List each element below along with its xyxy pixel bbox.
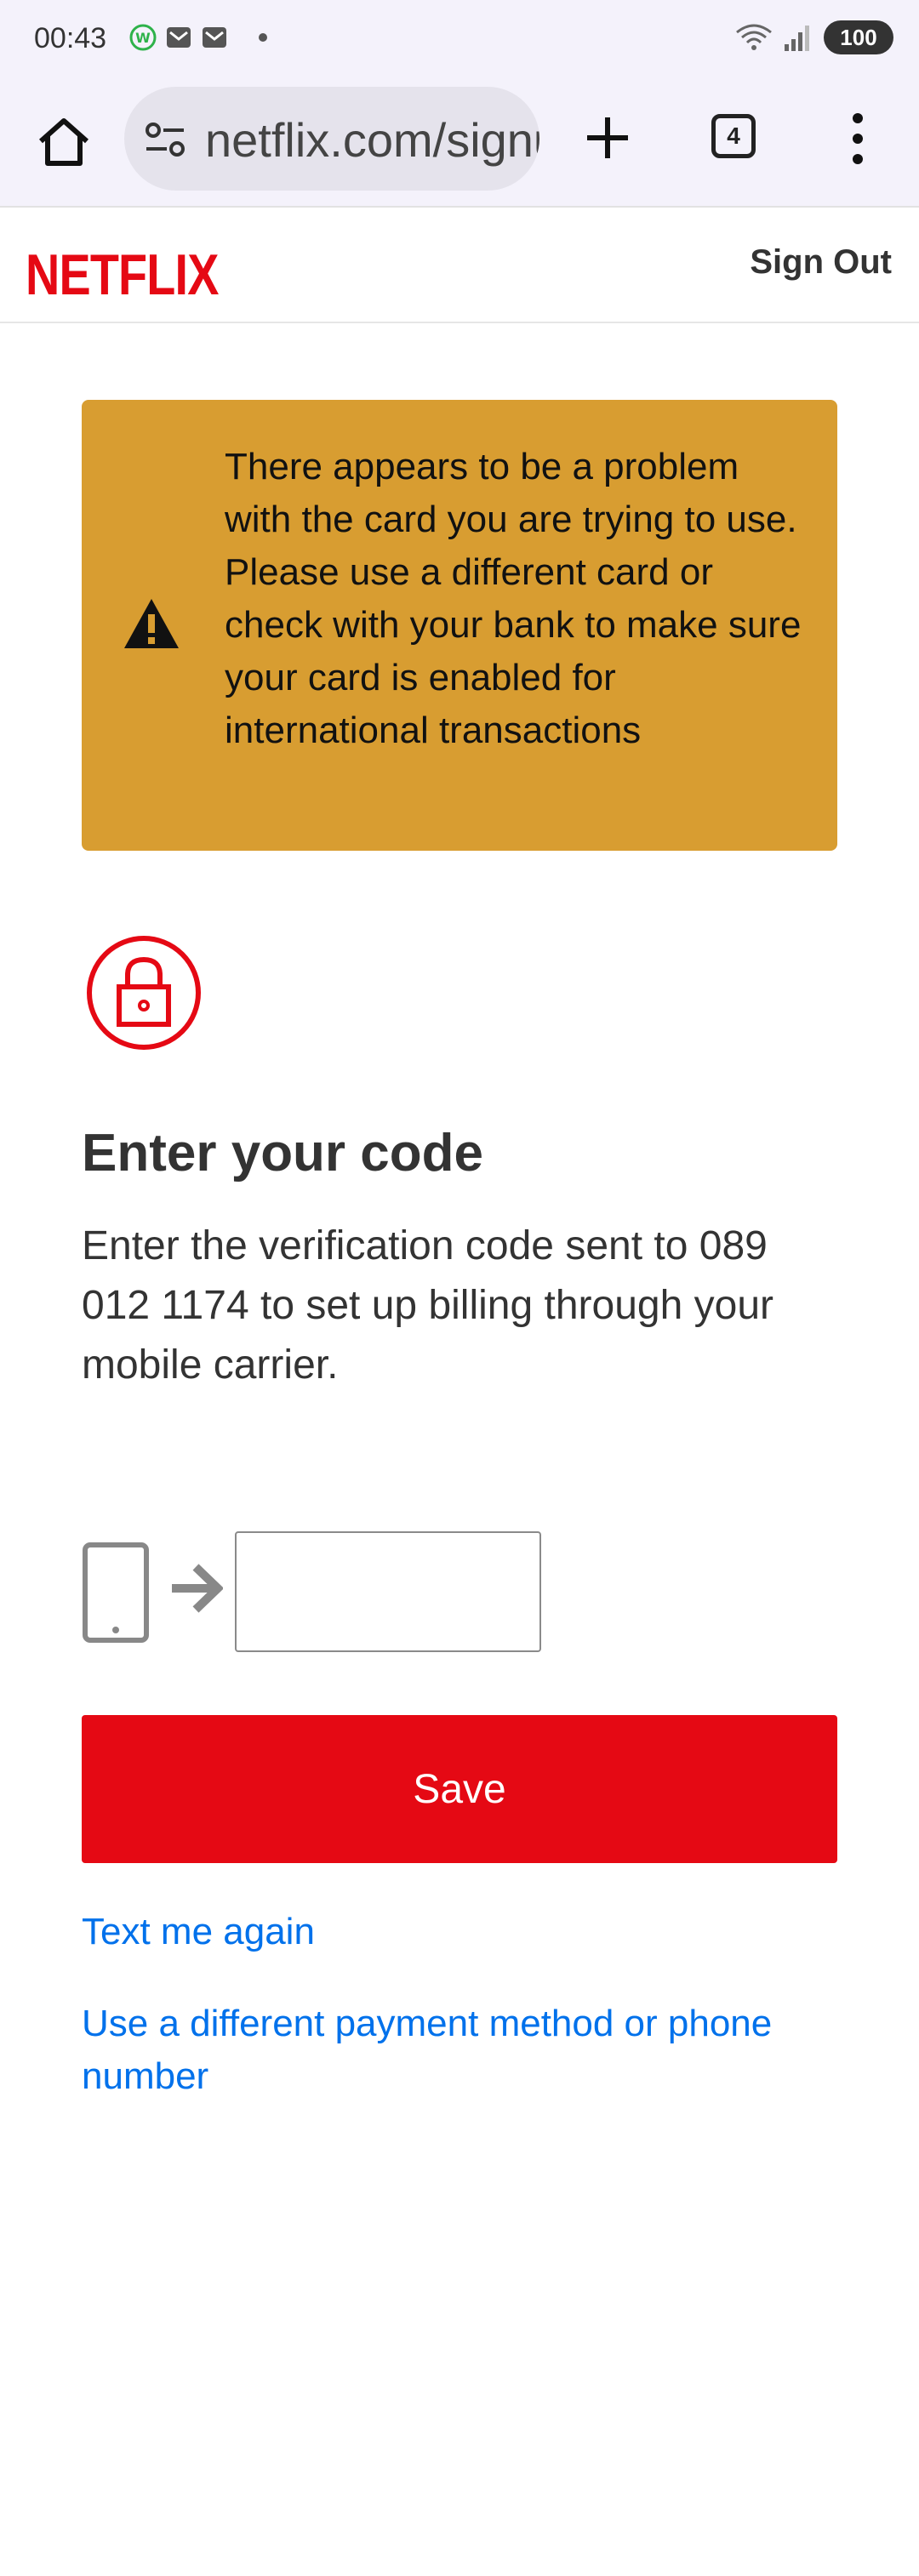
tab-switcher-button[interactable]: 4 [711,114,756,158]
lock-icon [87,936,201,1050]
more-notifications-dot [259,33,267,42]
wifi-icon [736,24,772,50]
whatsapp-icon: W [129,24,157,51]
mail-icon [203,27,226,48]
home-icon[interactable] [34,112,94,172]
use-different-payment-link[interactable]: Use a different payment method or phone … [82,1998,831,2103]
page-title: Enter your code [82,1124,483,1183]
url-text[interactable]: netflix.com/signup [205,112,539,168]
text-me-again-link[interactable]: Text me again [82,1906,831,1958]
status-time: 00:43 [34,22,107,54]
system-icons: 100 [735,20,893,54]
verification-code-input[interactable] [235,1531,541,1652]
tab-count: 4 [727,123,740,149]
netflix-logo[interactable]: NETFLIX [26,242,219,308]
alert-message: There appears to be a problem with the c… [225,446,802,751]
arrow-right-icon [172,1564,223,1613]
site-settings-icon[interactable] [145,121,186,158]
status-bar: 00:43 W 100 [0,0,919,78]
svg-text:W: W [135,30,151,46]
battery-indicator: 100 [824,20,893,54]
mail-icon [167,27,191,48]
card-problem-alert: There appears to be a problem with the c… [82,400,837,851]
mobile-phone-icon [83,1542,149,1643]
address-bar[interactable]: netflix.com/signup [124,87,539,191]
site-header: NETFLIX Sign Out [0,208,919,323]
page-subtitle: Enter the verification code sent to 089 … [82,1223,774,1388]
browser-toolbar: netflix.com/signup 4 [0,78,919,208]
warning-icon [124,599,179,648]
more-menu-icon[interactable] [848,111,868,167]
sign-out-link[interactable]: Sign Out [750,243,892,282]
notification-icons: W [129,24,267,51]
save-button[interactable]: Save [82,1715,837,1863]
new-tab-icon[interactable] [582,112,633,163]
signal-icon [785,26,809,51]
